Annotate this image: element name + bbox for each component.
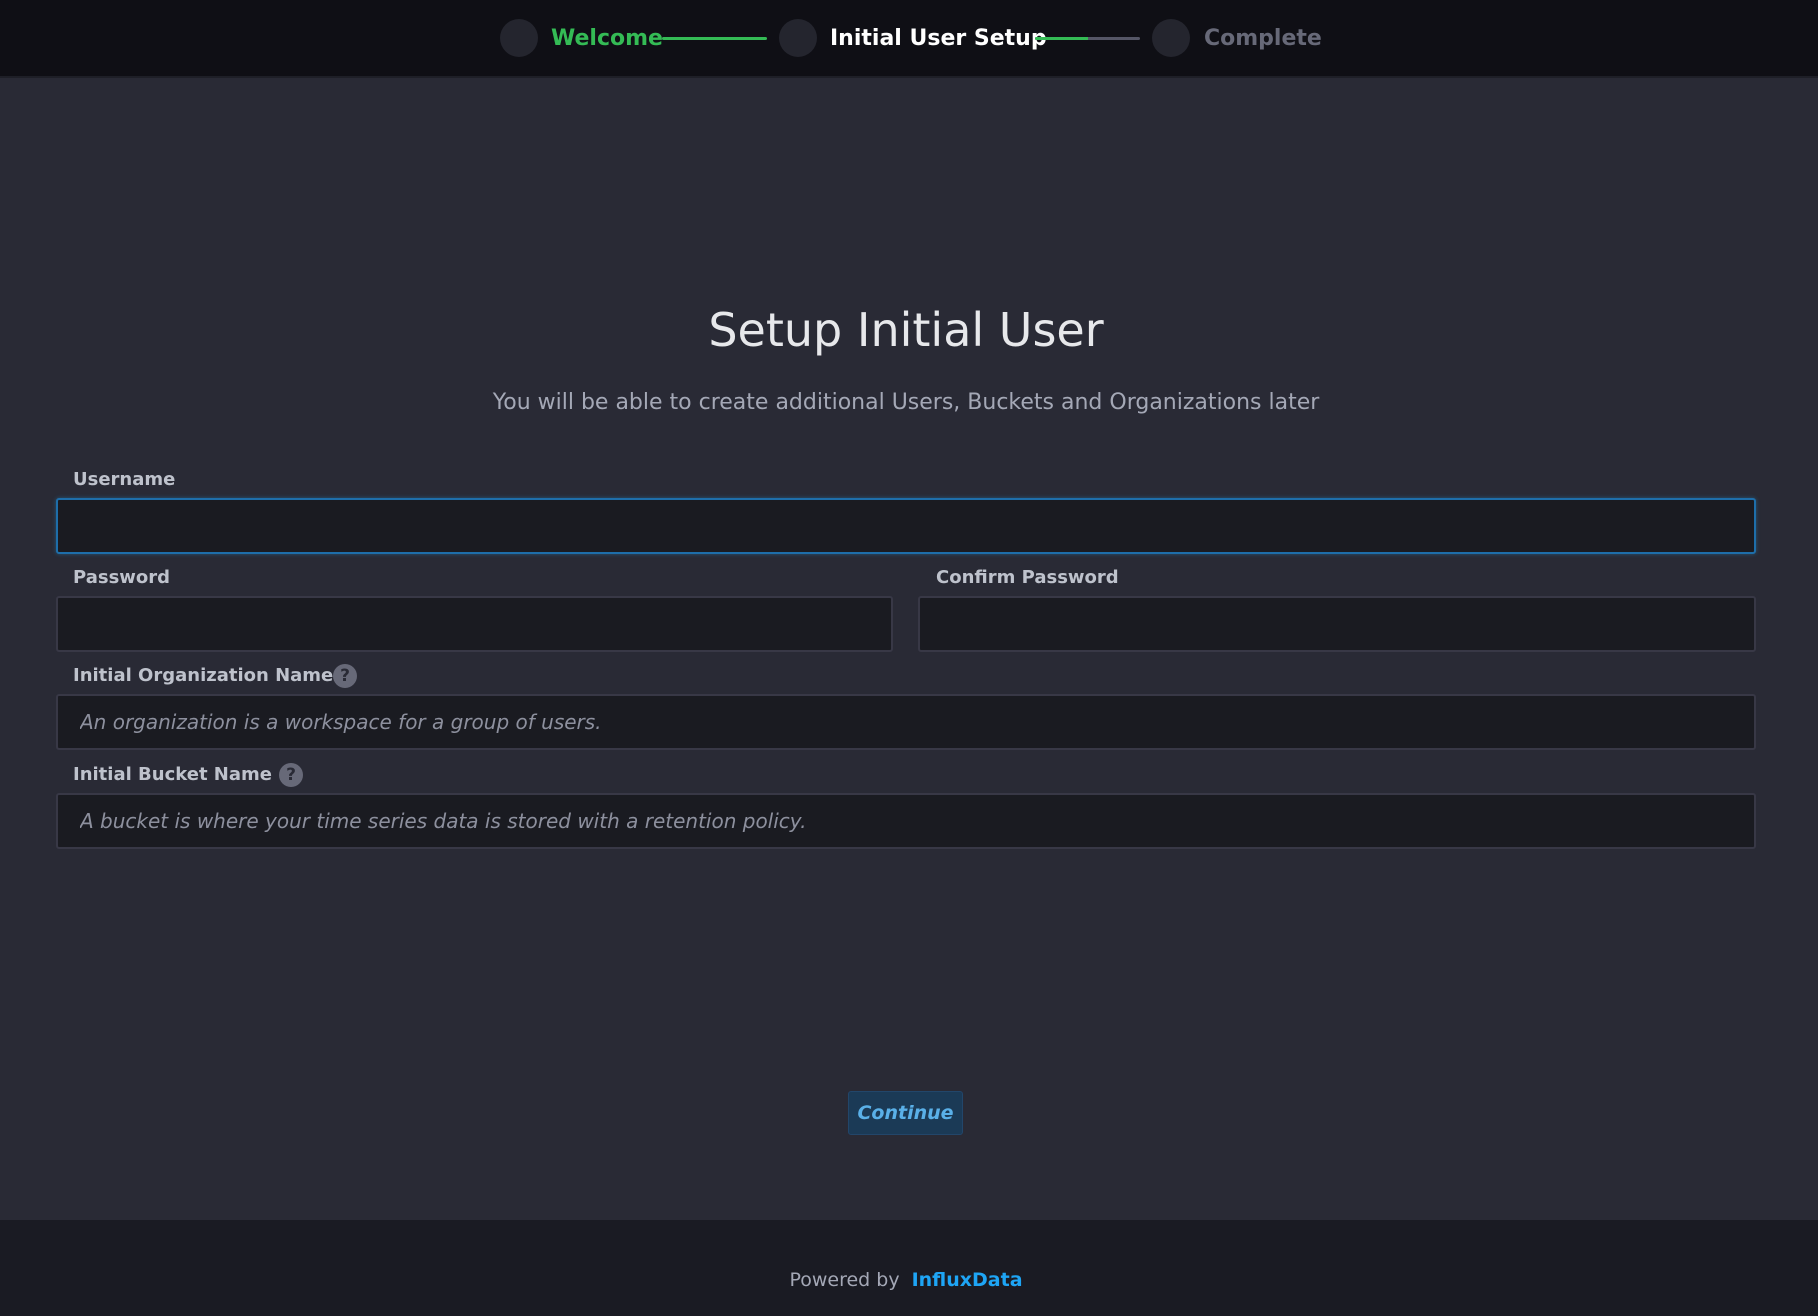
- password-input[interactable]: [56, 596, 893, 652]
- setup-form-panel: Setup Initial User You will be able to c…: [0, 80, 1818, 1220]
- footer: Powered by InfluxData: [0, 1220, 1818, 1316]
- bucket-name-input[interactable]: [56, 793, 1756, 849]
- confirm-password-label: Confirm Password: [936, 567, 1119, 588]
- influxdata-link[interactable]: InfluxData: [912, 1269, 1023, 1291]
- username-input[interactable]: [56, 498, 1756, 554]
- step-initial-user-setup-label: Initial User Setup: [830, 26, 1047, 51]
- page-subtitle: You will be able to create additional Us…: [492, 390, 1320, 415]
- username-label: Username: [73, 469, 176, 490]
- step-connector-1: [662, 37, 767, 40]
- confirm-password-input[interactable]: [918, 596, 1756, 652]
- step-initial-user-setup-indicator: [779, 19, 817, 57]
- step-welcome-indicator: [500, 19, 538, 57]
- page-title: Setup Initial User: [708, 303, 1104, 357]
- organization-name-label: Initial Organization Name: [73, 665, 334, 686]
- powered-by-text: Powered by: [789, 1269, 900, 1291]
- bucket-name-label: Initial Bucket Name: [73, 764, 272, 785]
- organization-help-icon[interactable]: ?: [333, 664, 357, 688]
- password-label: Password: [73, 567, 171, 588]
- organization-name-input[interactable]: [56, 694, 1756, 750]
- step-connector-2: [1035, 37, 1140, 40]
- setup-stepper: Welcome Initial User Setup Complete: [0, 0, 1818, 78]
- continue-button[interactable]: Continue: [848, 1091, 963, 1135]
- step-complete-indicator: [1152, 19, 1190, 57]
- step-connector-2-fill: [1035, 37, 1088, 40]
- step-connector-1-fill: [662, 37, 767, 40]
- step-complete-label: Complete: [1204, 26, 1322, 51]
- step-welcome-label: Welcome: [551, 26, 663, 51]
- footer-credit: Powered by InfluxData: [0, 1267, 1812, 1293]
- bucket-help-icon[interactable]: ?: [279, 763, 303, 787]
